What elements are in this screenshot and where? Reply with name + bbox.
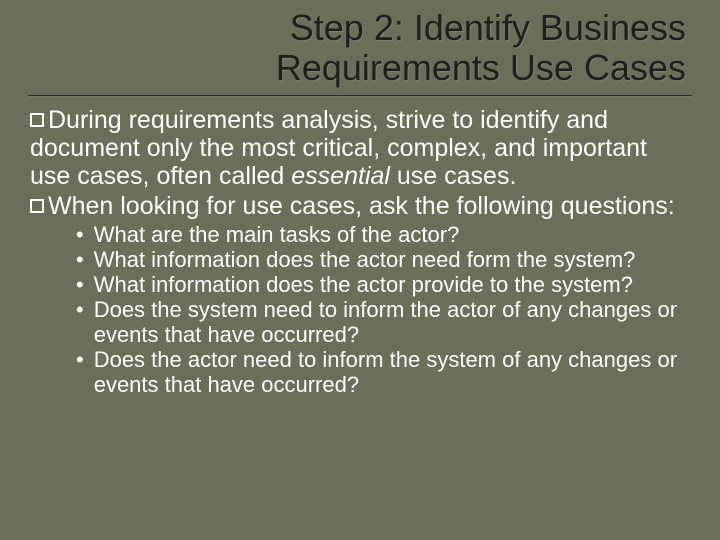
sub-bullet-text: Does the actor need to inform the system… (94, 347, 692, 397)
sub-bullet-text: What information does the actor need for… (94, 247, 692, 272)
title-line-1: Step 2: Identify Business (290, 7, 686, 48)
slide: Step 2: Identify Business Requirements U… (0, 0, 720, 540)
title-line-2: Requirements Use Cases (276, 47, 686, 88)
sub-bullet-text: What are the main tasks of the actor? (94, 222, 692, 247)
square-bullet-icon (30, 199, 44, 213)
dot-bullet-icon: • (76, 222, 94, 247)
dot-bullet-icon: • (76, 272, 94, 297)
sub-bullet-item: • What are the main tasks of the actor? (76, 222, 692, 247)
bullet-item-2: When looking for use cases, ask the foll… (30, 192, 692, 220)
sub-bullet-text: What information does the actor provide … (94, 272, 692, 297)
sub-bullet-item: • What information does the actor need f… (76, 247, 692, 272)
sub-bullet-item: • Does the actor need to inform the syst… (76, 347, 692, 397)
dot-bullet-icon: • (76, 247, 94, 272)
title-divider (28, 95, 692, 96)
dot-bullet-icon: • (76, 347, 94, 397)
sub-bullet-item: • What information does the actor provid… (76, 272, 692, 297)
square-bullet-icon (30, 113, 44, 127)
slide-title: Step 2: Identify Business Requirements U… (28, 8, 692, 89)
bullet-1-text-italic: essential (291, 162, 390, 190)
bullet-2-text: When looking for use cases, ask the foll… (48, 192, 675, 220)
sub-bullet-text: Does the system need to inform the actor… (94, 297, 692, 347)
sub-bullet-item: • Does the system need to inform the act… (76, 297, 692, 347)
sub-bullet-list: • What are the main tasks of the actor? … (76, 222, 692, 398)
dot-bullet-icon: • (76, 297, 94, 347)
bullet-item-1: During requirements analysis, strive to … (30, 106, 692, 190)
bullet-1-text-c: use cases. (390, 162, 516, 190)
